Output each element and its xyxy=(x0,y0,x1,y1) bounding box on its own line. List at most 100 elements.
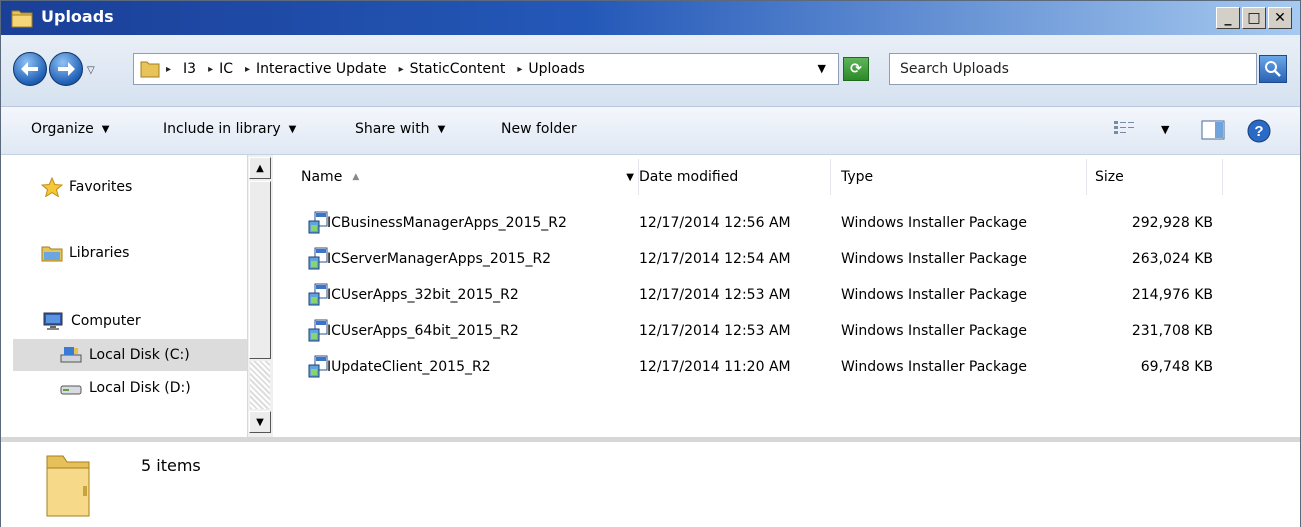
breadcrumb-label: StaticContent xyxy=(409,61,506,77)
file-size: 69,748 KB xyxy=(1140,359,1213,375)
address-bar-row: ▽ ▸ I3 ▸ IC ▸ Interactive Update ▸ StaticCo… xyxy=(1,35,1300,107)
address-bar[interactable]: ▸ I3 ▸ IC ▸ Interactive Update ▸ StaticCont… xyxy=(133,53,839,85)
view-options-dropdown[interactable]: ▼ xyxy=(1161,123,1169,136)
breadcrumb-label: IC xyxy=(219,61,234,77)
libraries-icon xyxy=(41,246,63,262)
installer-package-icon xyxy=(308,247,328,270)
file-row[interactable]: ICServerManagerApps_2015_R2 12/17/2014 1… xyxy=(277,243,1300,277)
navigation-pane: Favorites Libraries Computer Local Disk … xyxy=(1,155,273,437)
include-in-library-button[interactable]: Include in library ▼ xyxy=(163,121,296,137)
chevron-down-icon: ▼ xyxy=(101,123,110,135)
nav-local-disk-c[interactable]: Local Disk (C:) xyxy=(13,339,247,371)
breadcrumb-i3[interactable]: I3 xyxy=(183,61,196,77)
drive-icon xyxy=(60,347,82,363)
breadcrumb-label: Uploads xyxy=(528,61,585,77)
nav-label: Local Disk (C:) xyxy=(89,347,190,363)
include-in-library-label: Include in library xyxy=(163,121,281,137)
column-header-name[interactable]: Name ▲ ▼ xyxy=(293,159,639,195)
breadcrumb-staticcontent[interactable]: ▸ StaticContent xyxy=(393,61,506,77)
file-size: 214,976 KB xyxy=(1131,287,1213,303)
nav-label: Libraries xyxy=(69,245,130,261)
svg-text:?: ? xyxy=(1254,123,1263,140)
folder-icon xyxy=(140,61,160,78)
installer-package-icon xyxy=(308,355,328,378)
file-name: ICUserApps_64bit_2015_R2 xyxy=(327,323,519,339)
column-header-label: Size xyxy=(1095,169,1124,185)
scroll-track[interactable] xyxy=(250,361,270,409)
search-icon xyxy=(1265,61,1281,77)
file-type: Windows Installer Package xyxy=(841,359,1027,375)
organize-button[interactable]: Organize ▼ xyxy=(31,121,109,137)
file-row[interactable]: ICUserApps_32bit_2015_R2 12/17/2014 12:5… xyxy=(277,279,1300,313)
maximize-button[interactable]: □ xyxy=(1242,7,1266,29)
arrow-up-icon: ▲ xyxy=(256,162,264,174)
share-with-button[interactable]: Share with ▼ xyxy=(355,121,445,137)
file-type: Windows Installer Package xyxy=(841,287,1027,303)
nav-label: Favorites xyxy=(69,179,133,195)
scroll-up-button[interactable]: ▲ xyxy=(249,157,271,179)
folder-icon xyxy=(11,10,33,28)
breadcrumb-label: Interactive Update xyxy=(256,61,387,77)
column-header-label: Date modified xyxy=(639,169,739,185)
change-view-button[interactable] xyxy=(1113,119,1135,137)
breadcrumb-interactive-update[interactable]: ▸ Interactive Update xyxy=(239,61,387,77)
chevron-down-icon: ▼ xyxy=(288,123,297,135)
new-folder-label: New folder xyxy=(501,121,577,137)
column-header-date[interactable]: Date modified xyxy=(631,159,831,195)
refresh-button[interactable]: ⟳ xyxy=(843,57,869,81)
chevron-down-icon: ▼ xyxy=(437,123,446,135)
window-title: Uploads xyxy=(41,7,114,26)
nav-computer[interactable]: Computer xyxy=(41,311,141,331)
folder-icon xyxy=(46,455,90,517)
file-date: 12/17/2014 12:53 AM xyxy=(639,287,791,303)
file-size: 263,024 KB xyxy=(1131,251,1213,267)
search-input[interactable]: Search Uploads xyxy=(889,53,1257,85)
file-date: 12/17/2014 11:20 AM xyxy=(639,359,791,375)
column-header-type[interactable]: Type xyxy=(833,159,1087,195)
column-header-size[interactable]: Size xyxy=(1087,159,1223,195)
refresh-icon: ⟳ xyxy=(850,61,862,77)
file-row[interactable]: ICBusinessManagerApps_2015_R2 12/17/2014… xyxy=(277,207,1300,241)
file-size: 292,928 KB xyxy=(1131,215,1213,231)
recent-pages-dropdown[interactable]: ▽ xyxy=(87,65,95,76)
back-button[interactable] xyxy=(13,52,47,86)
file-row[interactable]: IUpdateClient_2015_R2 12/17/2014 11:20 A… xyxy=(277,351,1300,385)
drive-icon xyxy=(60,385,82,395)
scroll-down-button[interactable]: ▼ xyxy=(249,411,271,433)
search-button[interactable] xyxy=(1259,55,1287,83)
file-type: Windows Installer Package xyxy=(841,215,1027,231)
nav-scrollbar[interactable]: ▲ ▼ xyxy=(247,155,273,437)
file-date: 12/17/2014 12:53 AM xyxy=(639,323,791,339)
file-row[interactable]: ICUserApps_64bit_2015_R2 12/17/2014 12:5… xyxy=(277,315,1300,349)
window-controls: _ □ ✕ xyxy=(1216,7,1292,29)
title-bar[interactable]: Uploads _ □ ✕ xyxy=(1,1,1300,35)
address-dropdown[interactable]: ▼ xyxy=(818,62,826,75)
nav-libraries[interactable]: Libraries xyxy=(41,243,129,263)
file-type: Windows Installer Package xyxy=(841,323,1027,339)
view-details-icon xyxy=(1114,121,1134,134)
breadcrumb-separator[interactable]: ▸ xyxy=(166,64,177,75)
column-header-label: Type xyxy=(841,169,874,185)
search-placeholder: Search Uploads xyxy=(900,61,1009,77)
breadcrumb-ic[interactable]: ▸ IC xyxy=(202,61,233,77)
organize-label: Organize xyxy=(31,121,94,137)
chevron-down-icon: ▼ xyxy=(1161,123,1170,136)
file-date: 12/17/2014 12:56 AM xyxy=(639,215,791,231)
nav-local-disk-d[interactable]: Local Disk (D:) xyxy=(59,379,191,397)
forward-button[interactable] xyxy=(49,52,83,86)
nav-favorites[interactable]: Favorites xyxy=(41,177,132,197)
help-button[interactable]: ? xyxy=(1247,119,1271,143)
arrow-down-icon: ▼ xyxy=(256,416,264,428)
file-name: ICUserApps_32bit_2015_R2 xyxy=(327,287,519,303)
preview-pane-button[interactable] xyxy=(1201,119,1225,141)
breadcrumb-label: I3 xyxy=(183,61,197,77)
computer-icon xyxy=(43,312,63,330)
installer-package-icon xyxy=(308,283,328,306)
scroll-thumb[interactable] xyxy=(249,181,271,359)
close-button[interactable]: ✕ xyxy=(1268,7,1292,29)
minimize-button[interactable]: _ xyxy=(1216,7,1240,29)
details-pane: 5 items xyxy=(1,442,1300,527)
breadcrumb-uploads[interactable]: ▸ Uploads xyxy=(511,61,584,77)
column-header-label: Name xyxy=(301,169,343,185)
new-folder-button[interactable]: New folder xyxy=(501,121,577,137)
